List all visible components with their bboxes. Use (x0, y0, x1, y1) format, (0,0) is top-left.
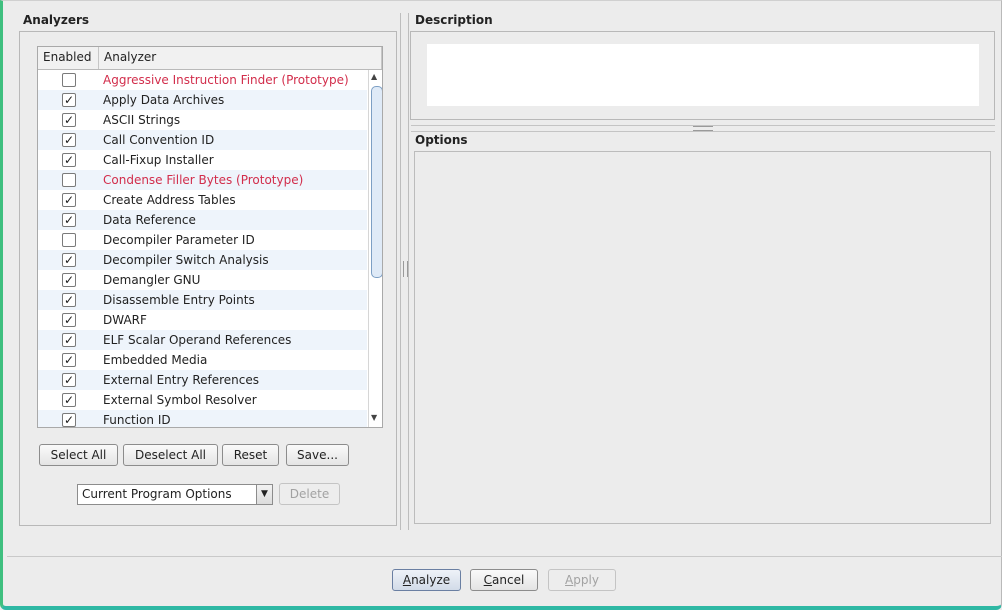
analyzer-name: Decompiler Parameter ID (103, 233, 255, 247)
enabled-checkbox[interactable]: ✓ (62, 293, 76, 307)
analyzer-name: Demangler GNU (103, 273, 201, 287)
options-panel (414, 151, 991, 524)
table-row[interactable]: ✓ Call-Fixup Installer (38, 150, 367, 170)
table-row[interactable]: Aggressive Instruction Finder (Prototype… (38, 70, 367, 90)
analyzer-name: Function ID (103, 413, 171, 427)
scrollbar-thumb[interactable] (371, 86, 382, 278)
enabled-checkbox[interactable]: ✓ (62, 153, 76, 167)
table-row[interactable]: ✓ Apply Data Archives (38, 90, 367, 110)
deselect-all-button[interactable]: Deselect All (123, 444, 218, 466)
table-row[interactable]: ✓ Data Reference (38, 210, 367, 230)
split-pane-handle[interactable] (403, 261, 408, 277)
table-row[interactable]: ✓ ASCII Strings (38, 110, 367, 130)
analyzer-name: Call Convention ID (103, 133, 215, 147)
table-row[interactable]: ✓ External Entry References (38, 370, 367, 390)
enabled-checkbox[interactable]: ✓ (62, 113, 76, 127)
analyzer-name: ASCII Strings (103, 113, 181, 127)
enabled-checkbox[interactable]: ✓ (62, 273, 76, 287)
analyzer-name: Disassemble Entry Points (103, 293, 255, 307)
cancel-button[interactable]: Cancel (470, 569, 538, 591)
analyzer-name: Decompiler Switch Analysis (103, 253, 269, 267)
analyzer-name: Create Address Tables (103, 193, 236, 207)
cancel-mnemonic: C (483, 573, 493, 587)
grip-icon[interactable] (693, 126, 713, 131)
analyzer-name: External Entry References (103, 373, 260, 387)
analyze-label: nalyze (411, 573, 451, 587)
column-header-enabled[interactable]: Enabled (38, 47, 99, 69)
program-options-value: Current Program Options (82, 487, 232, 501)
reset-button[interactable]: Reset (222, 444, 279, 466)
analyze-mnemonic: A (402, 573, 412, 587)
column-header-analyzer[interactable]: Analyzer (99, 47, 382, 69)
options-title: Options (415, 133, 468, 147)
analyzer-name: Embedded Media (103, 353, 208, 367)
analyzer-rows: Aggressive Instruction Finder (Prototype… (38, 70, 367, 427)
enabled-checkbox[interactable]: ✓ (62, 393, 76, 407)
description-title: Description (415, 13, 493, 27)
chevron-down-icon[interactable]: ▼ (256, 485, 272, 504)
enabled-checkbox[interactable]: ✓ (62, 193, 76, 207)
divider (400, 13, 401, 530)
analyzer-name: ELF Scalar Operand References (103, 333, 292, 347)
analyzers-title: Analyzers (23, 13, 90, 27)
description-text (427, 44, 979, 106)
table-row[interactable]: ✓ Create Address Tables (38, 190, 367, 210)
apply-label: pply (573, 573, 599, 587)
table-row[interactable]: ✓ Call Convention ID (38, 130, 367, 150)
analyzer-name: DWARF (103, 313, 147, 327)
table-row[interactable]: Decompiler Parameter ID (38, 230, 367, 250)
table-row[interactable]: ✓ Decompiler Switch Analysis (38, 250, 367, 270)
select-all-button[interactable]: Select All (39, 444, 118, 466)
cancel-label: ancel (492, 573, 525, 587)
analyzer-name: Call-Fixup Installer (103, 153, 214, 167)
table-row[interactable]: ✓ Embedded Media (38, 350, 367, 370)
enabled-checkbox[interactable]: ✓ (62, 93, 76, 107)
enabled-checkbox[interactable]: ✓ (62, 373, 76, 387)
table-row[interactable]: ✓ Function ID (38, 410, 367, 427)
table-row[interactable]: ✓ Disassemble Entry Points (38, 290, 367, 310)
table-row[interactable]: ✓ ELF Scalar Operand References (38, 330, 367, 350)
scroll-up-icon[interactable]: ▲ (371, 72, 377, 81)
analyzer-name: Aggressive Instruction Finder (Prototype… (103, 73, 349, 87)
table-scrollbar[interactable]: ▲ ▼ (368, 70, 382, 427)
enabled-checkbox[interactable]: ✓ (62, 333, 76, 347)
analyzers-table: Enabled Analyzer Aggressive Instruction … (37, 46, 383, 428)
enabled-checkbox[interactable] (62, 233, 76, 247)
analyzer-name: External Symbol Resolver (103, 393, 257, 407)
divider (408, 13, 409, 530)
table-header: Enabled Analyzer (38, 47, 382, 70)
save-button[interactable]: Save... (286, 444, 349, 466)
analysis-options-dialog: Analyzers Enabled Analyzer Aggressive In… (0, 0, 1002, 610)
enabled-checkbox[interactable]: ✓ (62, 133, 76, 147)
analyzer-name: Data Reference (103, 213, 196, 227)
enabled-checkbox[interactable]: ✓ (62, 413, 76, 427)
delete-button[interactable]: Delete (279, 483, 340, 505)
analyzer-name: Apply Data Archives (103, 93, 225, 107)
enabled-checkbox[interactable]: ✓ (62, 253, 76, 267)
table-row[interactable]: ✓ Demangler GNU (38, 270, 367, 290)
apply-button[interactable]: Apply (548, 569, 616, 591)
analyzer-name: Condense Filler Bytes (Prototype) (103, 173, 304, 187)
program-options-combo[interactable]: Current Program Options ▼ (77, 484, 273, 505)
enabled-checkbox[interactable] (62, 73, 76, 87)
scroll-down-icon[interactable]: ▼ (371, 413, 377, 422)
enabled-checkbox[interactable]: ✓ (62, 213, 76, 227)
table-row[interactable]: ✓ External Symbol Resolver (38, 390, 367, 410)
table-row[interactable]: ✓ DWARF (38, 310, 367, 330)
footer-divider (7, 556, 1002, 557)
enabled-checkbox[interactable]: ✓ (62, 313, 76, 327)
enabled-checkbox[interactable]: ✓ (62, 353, 76, 367)
table-row[interactable]: Condense Filler Bytes (Prototype) (38, 170, 367, 190)
enabled-checkbox[interactable] (62, 173, 76, 187)
analyze-button[interactable]: Analyze (392, 569, 461, 591)
